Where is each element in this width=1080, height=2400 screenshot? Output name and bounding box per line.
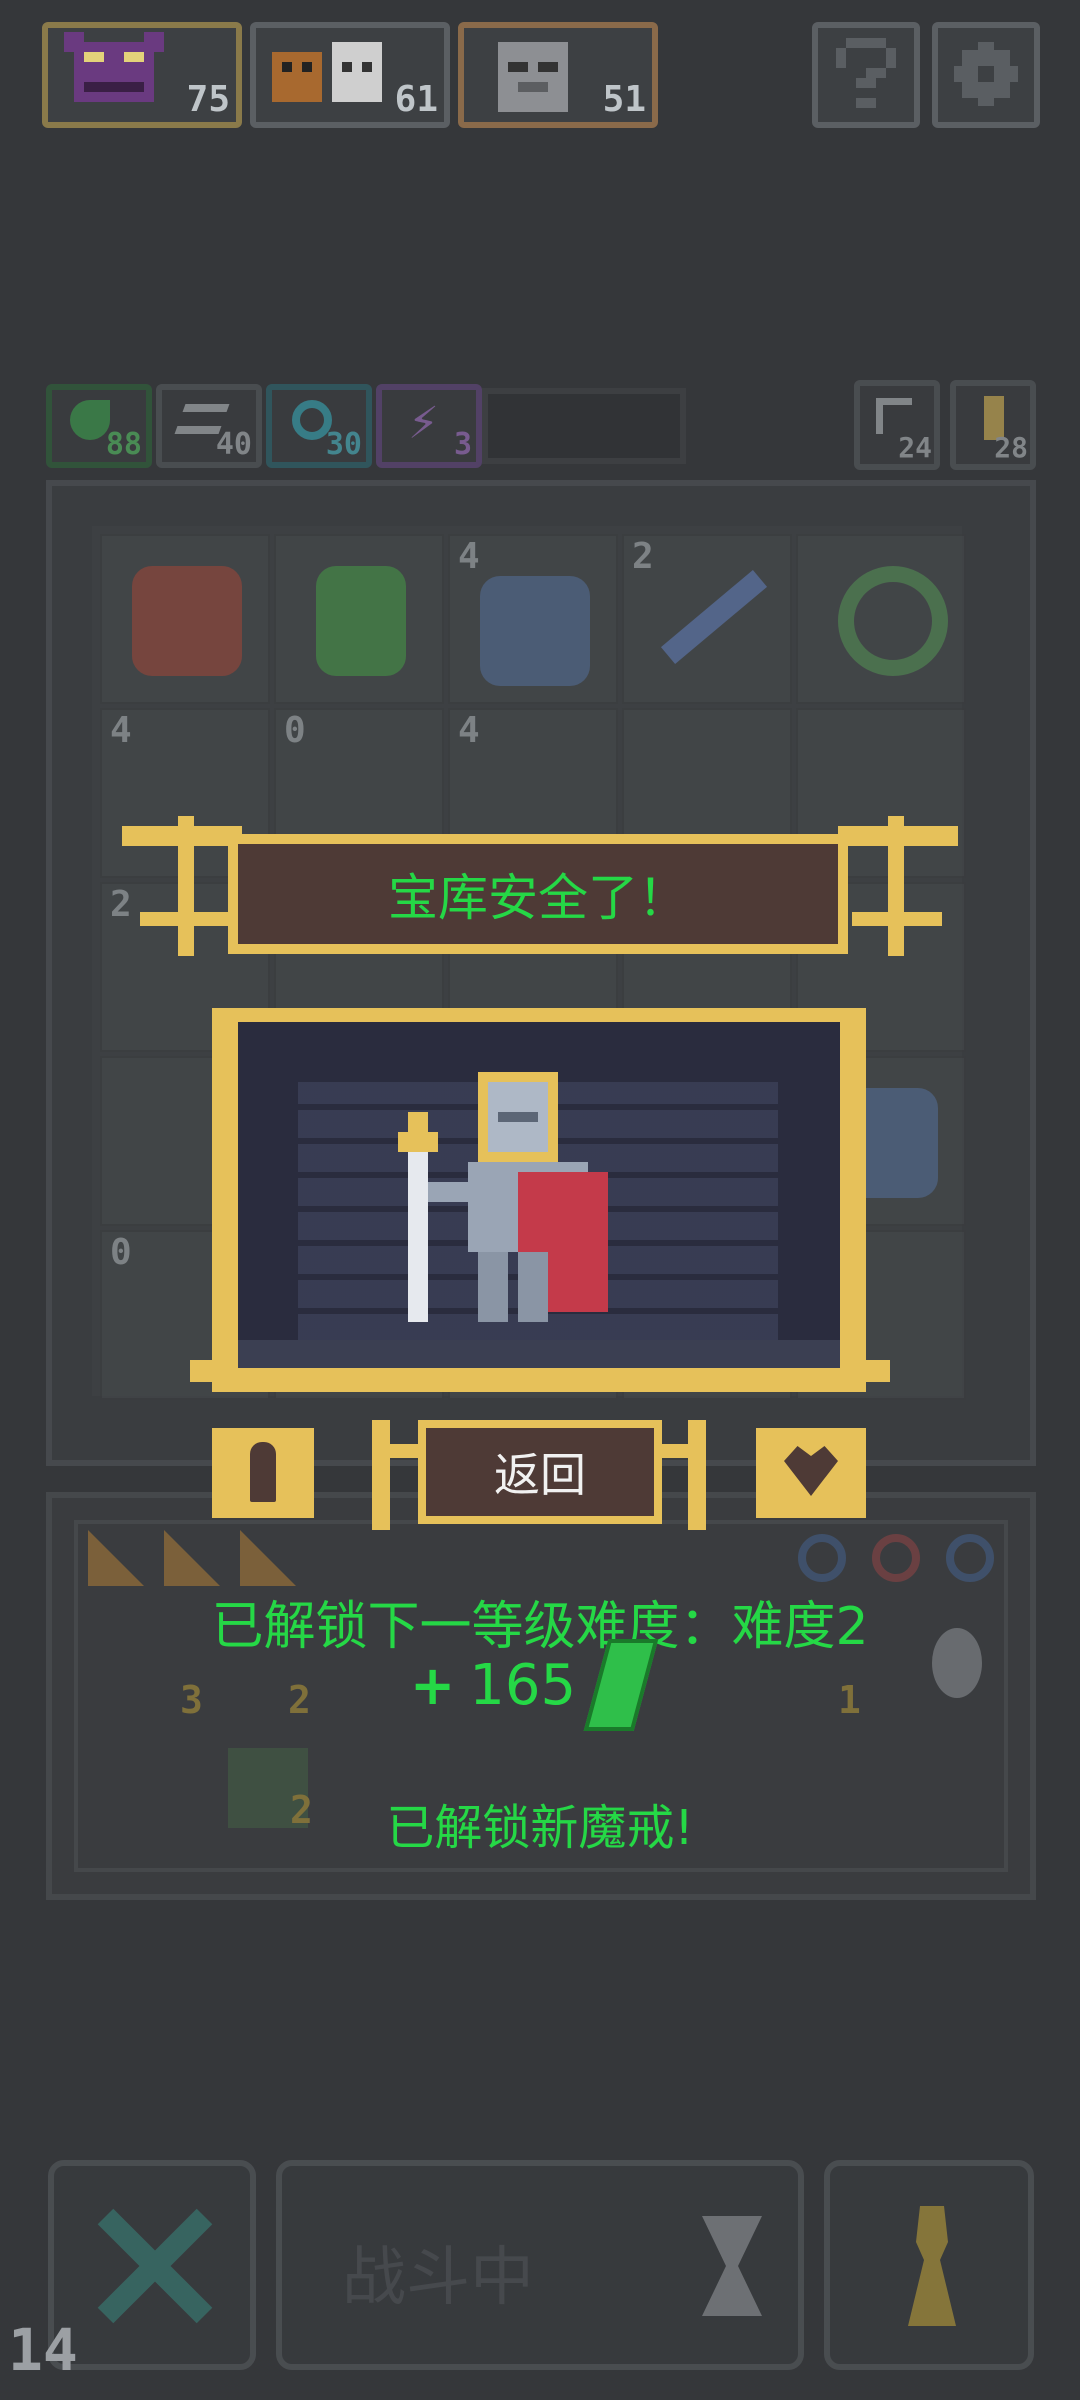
return-frame-left — [372, 1420, 390, 1530]
gem-amount: 165 — [469, 1652, 577, 1718]
item-count: 3 — [180, 1678, 203, 1722]
knight-icon — [480, 576, 590, 686]
grid-cell[interactable]: 4 — [448, 534, 618, 704]
grid-badge: 4 — [110, 710, 132, 751]
grid-badge: 4 — [458, 536, 480, 577]
heart-gem-icon — [784, 1446, 838, 1496]
grid-badge: 4 — [458, 710, 480, 751]
ring-slot-icon — [946, 1534, 994, 1582]
gem-reward: + 165 — [410, 1639, 659, 1731]
goblin-icon — [316, 566, 406, 676]
hourglass-icon — [702, 2216, 762, 2316]
grid-badge: 0 — [110, 1232, 132, 1273]
banner-rail-right — [852, 912, 942, 926]
grid-cell[interactable] — [100, 534, 270, 704]
grid-badge: 2 — [110, 884, 132, 925]
leaf-icon — [70, 400, 110, 440]
player-button[interactable] — [824, 2160, 1034, 2370]
turn-counter: 14 — [8, 2316, 78, 2384]
cancel-button[interactable] — [48, 2160, 256, 2370]
knight-hero-icon — [398, 1072, 608, 1322]
keyhole-icon — [250, 1442, 276, 1502]
stats-row: 88 40 30 ⚡ 3 24 28 — [0, 0, 1080, 480]
banner-post-right — [888, 816, 904, 956]
pawn-icon — [908, 2206, 956, 2326]
battle-status-label: 战斗中 — [342, 2241, 534, 2315]
stat-return[interactable]: 24 — [854, 380, 940, 470]
scroll-left-button[interactable] — [212, 1428, 314, 1518]
return-label: 返回 — [494, 1448, 586, 1502]
battle-status-button[interactable]: 战斗中 — [276, 2160, 804, 2370]
dialog-title: 宝库安全了！ — [388, 869, 688, 927]
banner-post-left — [178, 816, 194, 956]
return-button[interactable]: 返回 — [418, 1420, 662, 1524]
stat-value: 30 — [325, 427, 362, 462]
stat-value: 28 — [994, 431, 1028, 464]
grid-cell[interactable] — [796, 534, 966, 704]
stat-spiral[interactable]: 30 — [266, 384, 372, 468]
dialog-title-banner: 宝库安全了！ — [228, 834, 848, 954]
stat-value: 40 — [215, 427, 252, 462]
grid-badge: 0 — [284, 710, 306, 751]
item-count: 2 — [288, 1678, 311, 1722]
stat-value: 24 — [898, 431, 932, 464]
grid-cell[interactable] — [274, 534, 444, 704]
snail-icon — [838, 566, 948, 676]
share-button[interactable] — [756, 1428, 866, 1518]
stat-value: 3 — [453, 427, 472, 462]
stat-lightning[interactable]: ⚡ 3 — [376, 384, 482, 468]
stat-leaf[interactable]: 88 — [46, 384, 152, 468]
grid-cell[interactable]: 2 — [622, 534, 792, 704]
unlock-ring-text: 已解锁新魔戒! — [386, 1800, 694, 1856]
mirror-icon — [932, 1628, 982, 1698]
trident-icon — [660, 570, 768, 664]
ring-slot-icon — [872, 1534, 920, 1582]
return-arrow-icon — [876, 398, 912, 434]
banner-rail-left — [140, 912, 230, 926]
item-count: 1 — [838, 1678, 861, 1722]
gem-plus: + — [410, 1653, 456, 1717]
grid-badge: 2 — [632, 536, 654, 577]
stat-value: 88 — [105, 427, 142, 462]
hero-scene — [238, 1022, 840, 1368]
return-frame-right — [688, 1420, 706, 1530]
ring-slot-icon — [798, 1534, 846, 1582]
close-icon — [94, 2206, 214, 2326]
stat-key[interactable]: 28 — [950, 380, 1036, 470]
stat-wing[interactable]: 40 — [156, 384, 262, 468]
stat-empty-bar — [482, 388, 686, 464]
lightning-icon: ⚡ — [408, 398, 439, 449]
demon-icon — [132, 566, 242, 676]
